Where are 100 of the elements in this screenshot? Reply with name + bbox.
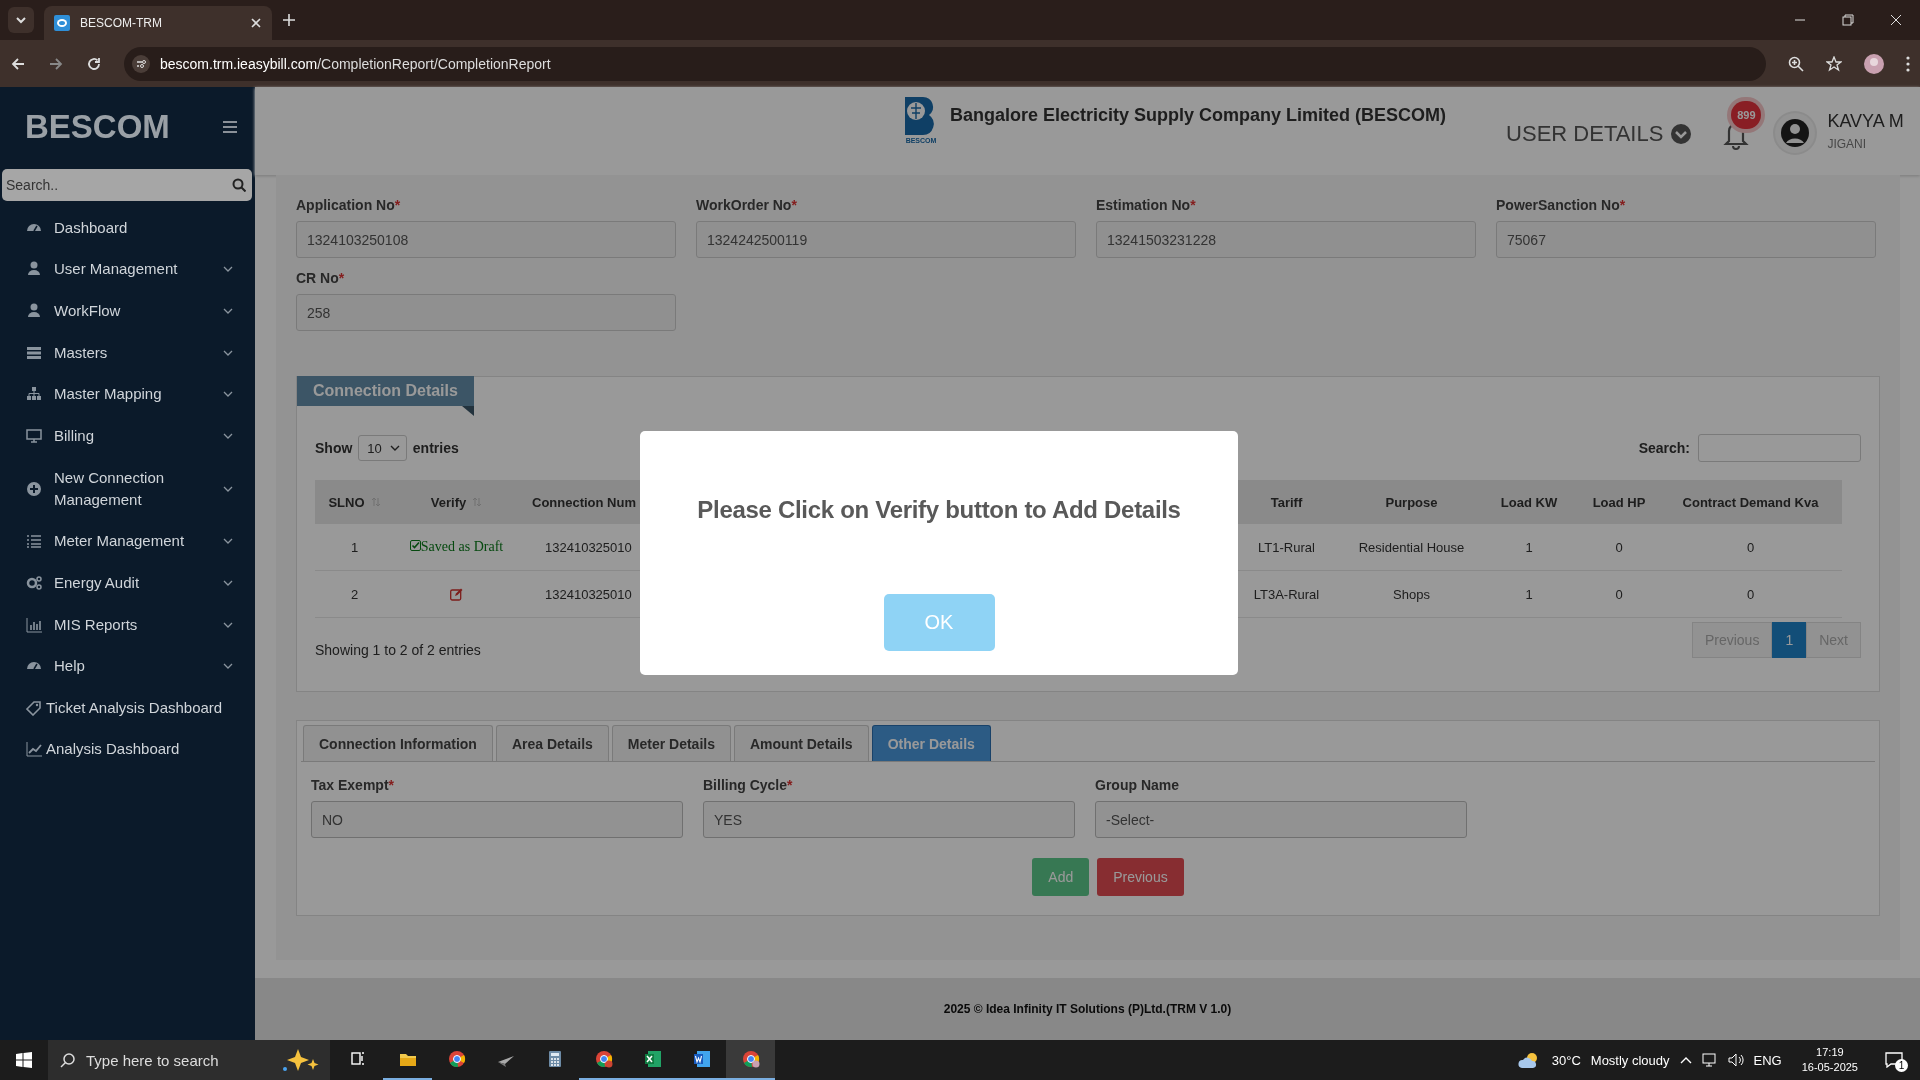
speaker-icon[interactable] bbox=[1727, 1053, 1744, 1067]
input-field[interactable]: 1324242500119 bbox=[696, 221, 1076, 258]
user-name: KAVYA M bbox=[1827, 111, 1904, 132]
sidebar-menu-item[interactable]: Energy Audit bbox=[0, 562, 255, 604]
windows-start-icon[interactable] bbox=[16, 1052, 32, 1068]
line-chart-icon bbox=[26, 741, 42, 758]
input-field[interactable]: YES bbox=[703, 801, 1075, 838]
user-location: JIGANI bbox=[1827, 137, 1868, 151]
table-cell: Residential House bbox=[1344, 524, 1479, 571]
plus-circle-icon bbox=[26, 480, 42, 497]
details-tab[interactable]: Meter Details bbox=[611, 725, 731, 761]
input-field[interactable]: -Select- bbox=[1095, 801, 1467, 838]
tag-icon bbox=[26, 699, 42, 716]
column-header[interactable]: Contract Demand Kva bbox=[1659, 480, 1842, 524]
input-field[interactable]: 13241503231228 bbox=[1096, 221, 1476, 258]
gears-icon bbox=[26, 574, 42, 591]
field-label: Estimation No* bbox=[1096, 197, 1197, 213]
sidebar-menu-item[interactable]: WorkFlow bbox=[0, 290, 255, 332]
restore-icon[interactable] bbox=[1842, 14, 1854, 26]
spreadsheet-icon[interactable] bbox=[643, 1050, 662, 1068]
sidebar-menu-item[interactable]: MIS Reports bbox=[0, 603, 255, 646]
column-header[interactable]: Purpose bbox=[1344, 480, 1479, 524]
table-info-text: Showing 1 to 2 of 2 entries bbox=[315, 642, 481, 658]
menu-icon[interactable] bbox=[223, 121, 237, 133]
star-icon[interactable] bbox=[1826, 55, 1842, 72]
browser-tab[interactable]: BESCOM-TRM bbox=[44, 6, 272, 40]
user-details-menu[interactable]: USER DETAILS bbox=[1506, 121, 1692, 147]
footer-text: 2025 © Idea Infinity IT Solutions (P)Ltd.(TRM V 1.0) bbox=[255, 978, 1920, 1040]
search-icon bbox=[60, 1052, 76, 1068]
bar-chart-icon bbox=[26, 616, 42, 633]
details-tab[interactable]: Area Details bbox=[495, 725, 609, 761]
notification-center-button[interactable]: 1 bbox=[1880, 1046, 1908, 1074]
chevron-down-icon bbox=[223, 538, 233, 545]
table-cell: Shops bbox=[1344, 571, 1479, 618]
url-text: bescom.trm.ieasybill.com/CompletionReport/CompletionReport bbox=[160, 55, 551, 72]
network-icon[interactable] bbox=[1701, 1053, 1718, 1067]
sidebar-menu-item[interactable]: Master Mapping bbox=[0, 373, 255, 415]
more-menu-icon[interactable] bbox=[1906, 55, 1910, 72]
new-tab-icon[interactable] bbox=[282, 13, 296, 27]
sidebar-menu-item[interactable]: Dashboard bbox=[0, 207, 255, 249]
sidebar-menu-item[interactable]: Analysis Dashboard bbox=[0, 728, 255, 771]
chevron-down-icon bbox=[223, 349, 233, 356]
taskbar-search-field[interactable]: Type here to search bbox=[48, 1040, 330, 1080]
sidebar-menu-item[interactable]: Ticket Analysis Dashboard bbox=[0, 686, 255, 729]
profile-avatar-icon[interactable] bbox=[1864, 53, 1884, 74]
forward-arrow-icon[interactable] bbox=[48, 55, 64, 72]
table-cell: 132410325010 bbox=[519, 524, 639, 571]
close-icon[interactable] bbox=[250, 17, 262, 29]
saved-as-draft-status: Saved as Draft bbox=[409, 539, 504, 555]
table-search-field[interactable] bbox=[1698, 434, 1861, 462]
clock[interactable]: 17:19 16-05-2025 bbox=[1801, 1045, 1858, 1075]
input-field[interactable]: 258 bbox=[296, 294, 676, 331]
details-tab[interactable]: Amount Details bbox=[734, 725, 869, 761]
chevron-down-icon bbox=[15, 14, 27, 26]
input-field[interactable]: 1324103250108 bbox=[296, 221, 676, 258]
reload-icon[interactable] bbox=[86, 55, 102, 72]
document-icon[interactable] bbox=[692, 1050, 711, 1068]
page-size-dropdown[interactable]: 10 bbox=[358, 435, 407, 461]
column-header[interactable]: Load KW bbox=[1479, 480, 1579, 524]
details-tab[interactable]: Other Details bbox=[871, 725, 991, 761]
sidebar-search-field[interactable]: Search.. bbox=[2, 169, 252, 201]
tab-list-button[interactable] bbox=[8, 7, 34, 33]
chevron-down-icon bbox=[223, 432, 233, 439]
field-label: Group Name bbox=[1095, 777, 1180, 793]
sidebar-menu-item[interactable]: Billing bbox=[0, 414, 255, 457]
table-cell: 1 bbox=[1479, 524, 1579, 571]
field-label: WorkOrder No* bbox=[696, 197, 798, 213]
monitor-icon bbox=[26, 427, 42, 444]
zoom-icon[interactable] bbox=[1788, 55, 1804, 72]
url-field[interactable]: bescom.trm.ieasybill.com/CompletionReport/CompletionReport bbox=[124, 46, 1766, 81]
sidebar-menu-item[interactable]: Meter Management bbox=[0, 520, 255, 563]
column-header[interactable]: Verify bbox=[394, 480, 519, 524]
edit-icon[interactable] bbox=[450, 587, 463, 601]
chrome-icon[interactable] bbox=[447, 1050, 466, 1068]
details-tab[interactable]: Connection Information bbox=[303, 725, 493, 761]
ribbon-fold bbox=[461, 406, 474, 416]
close-icon[interactable] bbox=[1890, 14, 1902, 26]
column-header[interactable]: Connection Num bbox=[519, 480, 639, 524]
site-settings-icon[interactable] bbox=[132, 54, 150, 73]
back-arrow-icon[interactable] bbox=[10, 55, 26, 72]
chevron-up-icon[interactable] bbox=[1679, 1056, 1692, 1064]
chrome-icon[interactable] bbox=[594, 1050, 613, 1068]
user-avatar[interactable] bbox=[1775, 113, 1816, 153]
user-icon bbox=[26, 261, 42, 278]
column-header[interactable]: Load HP bbox=[1579, 480, 1659, 524]
sidebar-menu-item[interactable]: New Connection Management bbox=[0, 456, 255, 521]
input-field[interactable]: NO bbox=[311, 801, 683, 838]
previous-button[interactable]: Previous bbox=[1097, 858, 1184, 896]
sidebar-menu-item[interactable]: Masters bbox=[0, 331, 255, 374]
chrome-icon[interactable] bbox=[741, 1050, 760, 1068]
column-header[interactable]: SLNO bbox=[315, 480, 394, 524]
sidebar-menu-item[interactable]: User Management bbox=[0, 248, 255, 291]
list-icon bbox=[26, 533, 42, 550]
pagination-button[interactable]: 1 bbox=[1772, 622, 1807, 658]
field-label: CR No* bbox=[296, 270, 346, 286]
input-field[interactable]: 75067 bbox=[1496, 221, 1876, 258]
language-indicator[interactable]: ENG bbox=[1753, 1052, 1782, 1068]
temperature-text: 30°C bbox=[1551, 1052, 1581, 1068]
sort-arrows-icon bbox=[370, 497, 381, 507]
sidebar-menu-item[interactable]: Help bbox=[0, 645, 255, 687]
